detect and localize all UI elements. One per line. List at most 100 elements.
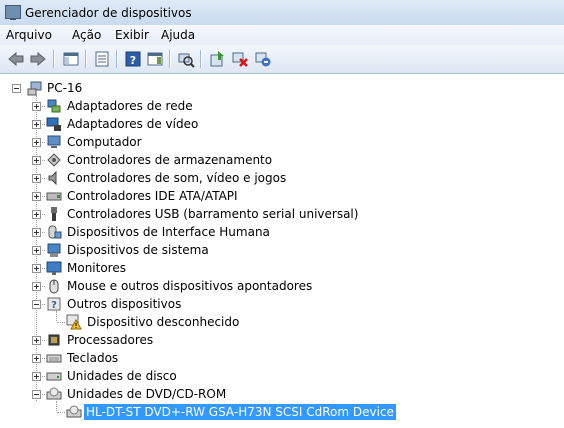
tree-node-hid[interactable]: Dispositivos de Interface Humana xyxy=(0,223,564,241)
storage-controller-icon xyxy=(46,152,62,168)
tree-node-computer[interactable]: Computador xyxy=(0,133,564,151)
tree-node-label: Monitores xyxy=(67,261,126,275)
expand-icon[interactable] xyxy=(32,192,41,201)
tree-node-mouse[interactable]: Mouse e outros dispositivos apontadores xyxy=(0,277,564,295)
tree-node-label: Adaptadores de rede xyxy=(67,99,193,113)
tree-node-label: Unidades de disco xyxy=(67,369,177,383)
tree-node-ide[interactable]: Controladores IDE ATA/ATAPI xyxy=(0,187,564,205)
toolbar-separator xyxy=(200,50,202,68)
tree-node-sound[interactable]: Controladores de som, vídeo e jogos xyxy=(0,169,564,187)
display-adapter-icon xyxy=(46,116,62,132)
expand-icon[interactable] xyxy=(32,372,41,381)
toolbar: ? xyxy=(0,45,564,74)
tree-root[interactable]: PC-16 xyxy=(0,79,564,97)
tree-node-network[interactable]: Adaptadores de rede xyxy=(0,97,564,115)
disk-drive-icon xyxy=(46,368,62,384)
dvd-drive-icon xyxy=(66,404,82,420)
expand-icon[interactable] xyxy=(32,210,41,219)
tree-node-other[interactable]: ? Outros dispositivos xyxy=(0,295,564,313)
expand-icon[interactable] xyxy=(32,138,41,147)
system-device-icon xyxy=(46,242,62,258)
update-driver-icon[interactable] xyxy=(208,50,226,68)
expand-icon[interactable] xyxy=(32,354,41,363)
ide-controller-icon xyxy=(46,188,62,204)
device-manager-icon xyxy=(5,5,21,20)
tree-node-label: Unidades de DVD/CD-ROM xyxy=(67,387,227,401)
monitor-icon xyxy=(46,260,62,276)
menu-acao[interactable]: Ação xyxy=(72,28,101,42)
menu-exibir[interactable]: Exibir xyxy=(115,28,149,42)
toolbar-separator xyxy=(53,50,55,68)
expand-icon[interactable] xyxy=(32,228,41,237)
tree-node-label: Dispositivos de Interface Humana xyxy=(67,225,270,239)
processor-icon xyxy=(46,332,62,348)
toolbar-separator xyxy=(169,50,171,68)
dvd-drive-icon xyxy=(46,386,62,402)
tree-node-dvd[interactable]: Unidades de DVD/CD-ROM xyxy=(0,385,564,403)
tree-node-label: Controladores de som, vídeo e jogos xyxy=(67,171,287,185)
menu-ajuda[interactable]: Ajuda xyxy=(161,28,195,42)
help-icon[interactable]: ? xyxy=(124,50,142,68)
speaker-icon xyxy=(46,170,62,186)
computer-icon xyxy=(46,134,62,150)
expand-icon[interactable] xyxy=(32,120,41,129)
tree-node-processors[interactable]: Processadores xyxy=(0,331,564,349)
title-bar: Gerenciador de dispositivos xyxy=(0,0,564,25)
uninstall-device-icon[interactable] xyxy=(254,50,272,68)
scan-hardware-icon[interactable] xyxy=(177,50,195,68)
selected-device-label: HL-DT-ST DVD+-RW GSA-H73N SCSI CdRom Dev… xyxy=(84,404,396,420)
collapse-icon[interactable] xyxy=(12,84,21,93)
disable-device-icon[interactable] xyxy=(231,50,249,68)
toolbar-separator xyxy=(85,50,87,68)
tree-node-label: Controladores USB (barramento serial uni… xyxy=(67,207,359,221)
tree-node-label: Adaptadores de vídeo xyxy=(67,117,199,131)
warning-device-icon xyxy=(66,314,82,330)
menu-bar: Arquivo Ação Exibir Ajuda xyxy=(0,25,564,45)
expand-icon[interactable] xyxy=(32,264,41,273)
tree-node-usb[interactable]: Controladores USB (barramento serial uni… xyxy=(0,205,564,223)
tree-root-label: PC-16 xyxy=(47,81,83,95)
svg-text:?: ? xyxy=(130,54,136,67)
expand-icon[interactable] xyxy=(32,336,41,345)
expand-icon[interactable] xyxy=(32,102,41,111)
tree-node-label: Controladores IDE ATA/ATAPI xyxy=(67,189,238,203)
console-tree-icon[interactable] xyxy=(62,50,80,68)
svg-text:?: ? xyxy=(51,300,57,311)
properties-icon[interactable] xyxy=(93,50,111,68)
expand-icon[interactable] xyxy=(32,246,41,255)
tree-node-label: Computador xyxy=(67,135,142,149)
computer-root-icon xyxy=(27,80,43,96)
tree-node-keyboards[interactable]: Teclados xyxy=(0,349,564,367)
collapse-icon[interactable] xyxy=(32,390,41,399)
expand-icon[interactable] xyxy=(32,156,41,165)
toolbar-separator xyxy=(116,50,118,68)
tree-leaf-dvd-device[interactable]: HL-DT-ST DVD+-RW GSA-H73N SCSI CdRom Dev… xyxy=(0,403,564,421)
tree-leaf-unknown-device[interactable]: Dispositivo desconhecido xyxy=(0,313,564,331)
tree-node-label: Processadores xyxy=(67,333,154,347)
window-title: Gerenciador de dispositivos xyxy=(25,6,192,20)
tree-node-label: Mouse e outros dispositivos apontadores xyxy=(67,279,313,293)
keyboard-icon xyxy=(46,350,62,366)
menu-arquivo[interactable]: Arquivo xyxy=(6,28,52,42)
forward-icon[interactable] xyxy=(29,50,47,68)
expand-icon[interactable] xyxy=(32,282,41,291)
back-icon[interactable] xyxy=(7,50,25,68)
usb-icon xyxy=(46,206,62,222)
tree-line xyxy=(57,322,65,323)
expand-icon[interactable] xyxy=(32,174,41,183)
network-adapter-icon xyxy=(46,98,62,114)
tree-node-label: Outros dispositivos xyxy=(67,297,182,311)
tree-node-video[interactable]: Adaptadores de vídeo xyxy=(0,115,564,133)
device-tree: PC-16 Adaptadores de rede Adaptadores de… xyxy=(0,74,564,428)
tree-line xyxy=(57,412,65,413)
tree-node-storage[interactable]: Controladores de armazenamento xyxy=(0,151,564,169)
tree-node-monitors[interactable]: Monitores xyxy=(0,259,564,277)
tree-node-system[interactable]: Dispositivos de sistema xyxy=(0,241,564,259)
tree-node-disks[interactable]: Unidades de disco xyxy=(0,367,564,385)
unknown-device-icon: ? xyxy=(46,296,62,312)
collapse-icon[interactable] xyxy=(32,300,41,309)
tree-node-label: Controladores de armazenamento xyxy=(67,153,273,167)
action-pane-icon[interactable] xyxy=(146,50,164,68)
tree-node-label: Dispositivos de sistema xyxy=(67,243,209,257)
mouse-icon xyxy=(46,278,62,294)
